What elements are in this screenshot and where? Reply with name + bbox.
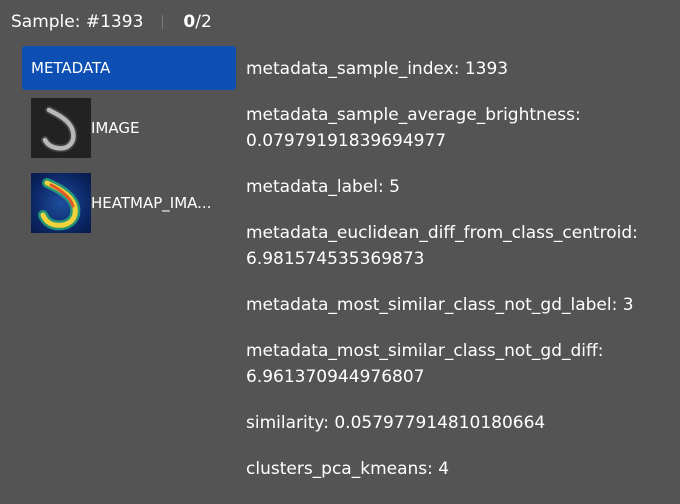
heatmap-image-thumbnail bbox=[31, 173, 91, 233]
metadata-row: metadata_most_similar_class_not_gd_label… bbox=[246, 292, 634, 318]
tab-metadata[interactable]: METADATA bbox=[22, 46, 236, 90]
metadata-key: clusters_pca_kmeans: bbox=[246, 459, 433, 479]
metadata-row: clusters_pca_kmeans: 4 bbox=[246, 456, 449, 482]
sidebar: METADATA IMAGE HEATMAP_IMA... bbox=[22, 46, 236, 234]
sample-panel: Sample: #1393 0/2 METADATA IMAGE HEATMAP… bbox=[0, 0, 680, 504]
tab-image-label: IMAGE bbox=[91, 119, 140, 137]
tab-heatmap-image[interactable]: HEATMAP_IMA... bbox=[22, 172, 236, 234]
metadata-value: 0.07979191839694977 bbox=[246, 131, 447, 151]
sample-header: Sample: #1393 0/2 bbox=[11, 9, 212, 35]
metadata-key: metadata_most_similar_class_not_gd_label… bbox=[246, 295, 618, 315]
metadata-key: metadata_euclidean_diff_from_class_centr… bbox=[246, 223, 638, 243]
metadata-row: metadata_most_similar_class_not_gd_diff:… bbox=[246, 338, 603, 390]
metadata-key: metadata_label: bbox=[246, 177, 384, 197]
metadata-row: similarity: 0.057977914810180664 bbox=[246, 410, 545, 436]
metadata-value: 5 bbox=[389, 177, 400, 197]
tab-metadata-label: METADATA bbox=[31, 59, 111, 77]
metadata-key: similarity: bbox=[246, 413, 329, 433]
metadata-value: 6.961370944976807 bbox=[246, 367, 425, 387]
metadata-row: metadata_euclidean_diff_from_class_centr… bbox=[246, 220, 638, 272]
metadata-value: 6.981574535369873 bbox=[246, 249, 425, 269]
tab-heatmap-image-label: HEATMAP_IMA... bbox=[91, 194, 212, 212]
metadata-row: metadata_label: 5 bbox=[246, 174, 400, 200]
metadata-key: metadata_sample_index: bbox=[246, 59, 460, 79]
sample-count-current: 0 bbox=[183, 12, 196, 32]
metadata-key: metadata_sample_average_brightness: bbox=[246, 105, 581, 125]
tab-image[interactable]: IMAGE bbox=[22, 97, 236, 159]
header-divider bbox=[162, 15, 164, 29]
metadata-value: 4 bbox=[438, 459, 450, 479]
metadata-row: metadata_sample_average_brightness: 0.07… bbox=[246, 102, 581, 154]
sample-label: Sample: #1393 bbox=[11, 12, 144, 32]
sample-count: 0/2 bbox=[183, 12, 211, 32]
metadata-value: 0.057977914810180664 bbox=[334, 413, 546, 433]
metadata-row: metadata_sample_index: 1393 bbox=[246, 56, 508, 82]
metadata-key: metadata_most_similar_class_not_gd_diff: bbox=[246, 341, 604, 361]
sample-count-total: /2 bbox=[195, 12, 212, 32]
digit-image-thumbnail bbox=[31, 98, 91, 158]
metadata-value: 1393 bbox=[464, 59, 509, 79]
metadata-value: 3 bbox=[622, 295, 634, 315]
